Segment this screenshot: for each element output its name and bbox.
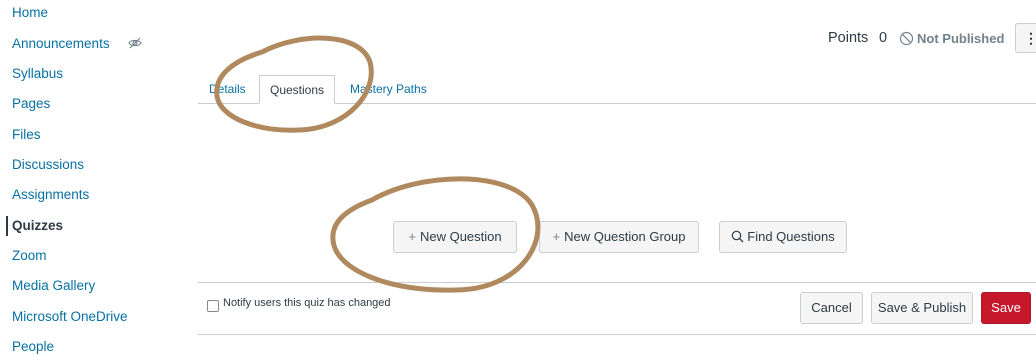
- sidebar-item-microsoft-onedrive[interactable]: Microsoft OneDrive: [12, 308, 128, 326]
- tab-questions[interactable]: Questions: [259, 75, 336, 104]
- sidebar-item-home[interactable]: Home: [12, 4, 48, 22]
- notify-checkbox-label[interactable]: Notify users this quiz has changed: [223, 297, 391, 309]
- new-question-button[interactable]: + New Question: [393, 221, 517, 253]
- points-value: 0: [879, 30, 888, 46]
- more-options-button[interactable]: ⋮: [1015, 23, 1036, 53]
- save-button[interactable]: Save: [981, 292, 1031, 324]
- sidebar-item-assignments[interactable]: Assignments: [12, 186, 89, 204]
- sidebar-item-quizzes[interactable]: Quizzes: [12, 217, 63, 235]
- plus-icon: +: [408, 229, 416, 244]
- kebab-icon: ⋮: [1024, 30, 1036, 46]
- find-questions-label: Find Questions: [747, 229, 835, 244]
- cancel-button[interactable]: Cancel: [800, 292, 863, 324]
- footer-divider-bottom: [198, 334, 1036, 335]
- sidebar-item-media-gallery[interactable]: Media Gallery: [12, 277, 95, 295]
- new-question-group-button[interactable]: + New Question Group: [539, 221, 699, 253]
- find-questions-button[interactable]: Find Questions: [719, 221, 847, 253]
- plus-icon: +: [552, 229, 561, 244]
- sidebar-item-syllabus[interactable]: Syllabus: [12, 65, 63, 83]
- not-published-icon: [899, 31, 914, 46]
- tab-mastery-paths[interactable]: Mastery Paths: [350, 75, 427, 103]
- course-nav: Home Announcements Syllabus Pages Files …: [0, 0, 170, 354]
- sidebar-item-files[interactable]: Files: [12, 126, 41, 144]
- tab-details[interactable]: Details: [209, 75, 246, 103]
- eye-slash-icon: [128, 37, 142, 49]
- new-question-label: New Question: [419, 229, 502, 244]
- active-indicator: [6, 216, 8, 236]
- sidebar-item-pages[interactable]: Pages: [12, 95, 50, 113]
- sidebar-item-discussions[interactable]: Discussions: [12, 156, 84, 174]
- notify-checkbox[interactable]: [207, 300, 219, 312]
- sidebar-item-zoom[interactable]: Zoom: [12, 247, 47, 265]
- save-and-publish-button[interactable]: Save & Publish: [871, 292, 973, 324]
- sidebar-item-announcements[interactable]: Announcements: [12, 35, 110, 53]
- new-question-group-label: New Question Group: [564, 229, 686, 244]
- footer-divider-top: [198, 282, 1036, 283]
- search-icon: [731, 230, 744, 243]
- points-label: Points: [828, 30, 869, 46]
- publish-status[interactable]: Not Published: [917, 31, 1004, 46]
- sidebar-item-people[interactable]: People: [12, 338, 54, 356]
